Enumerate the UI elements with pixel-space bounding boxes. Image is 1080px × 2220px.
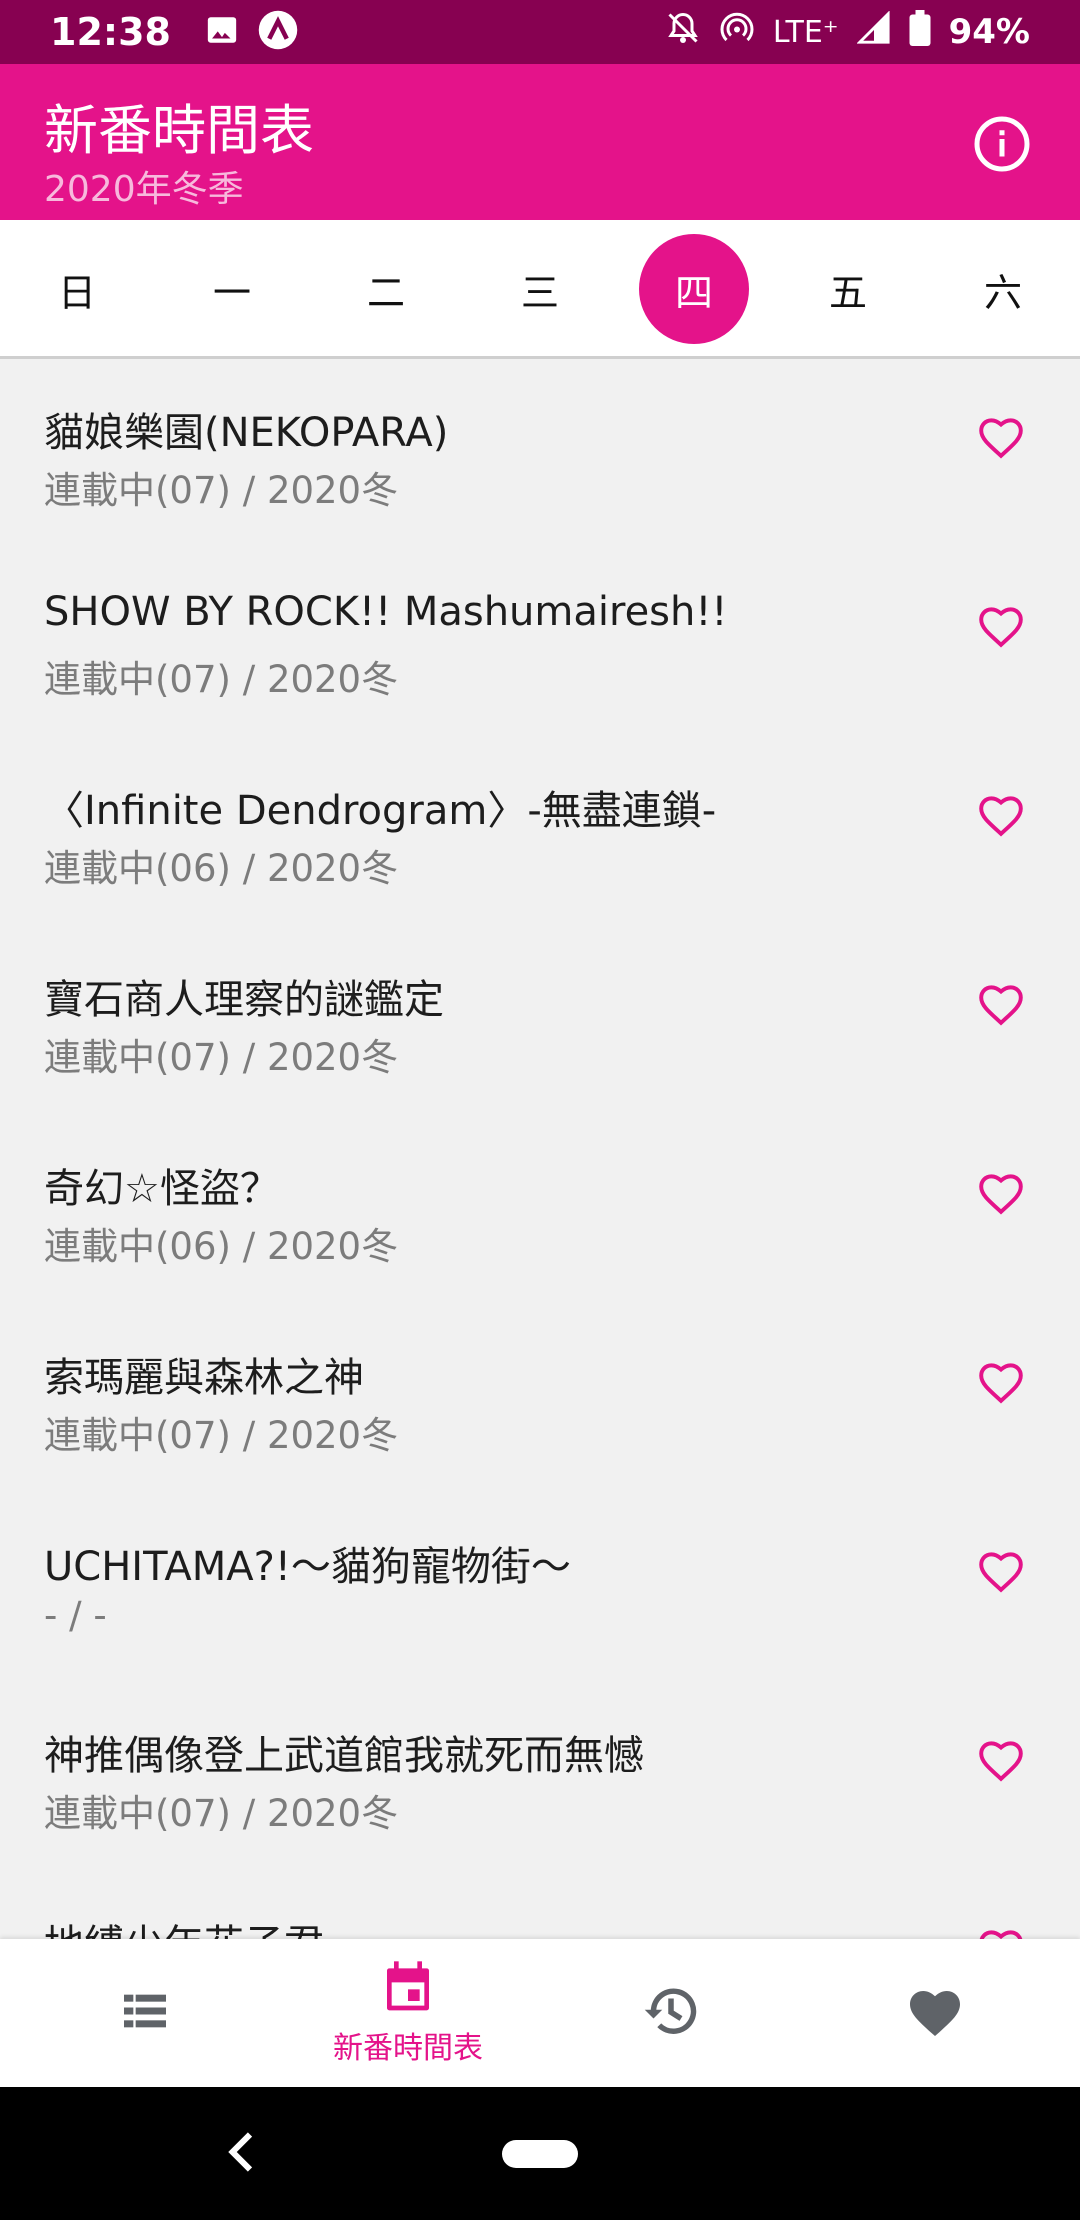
image-icon	[205, 13, 239, 51]
heart-icon[interactable]	[976, 1736, 1026, 1782]
heart-icon[interactable]	[976, 1547, 1026, 1593]
heart-icon[interactable]	[976, 1169, 1026, 1215]
heart-icon[interactable]	[976, 791, 1026, 837]
home-handle[interactable]	[502, 2140, 578, 2168]
history-icon	[641, 1981, 701, 2045]
tab-day-mon[interactable]: 一	[177, 234, 287, 344]
signal-icon	[856, 9, 891, 54]
list-icon	[117, 1983, 173, 2043]
list-item[interactable]: SHOW BY ROCK!! Mashumairesh!! 連載中(07) / …	[0, 548, 1080, 737]
anime-status: 連載中(07) / 2020冬	[44, 1414, 399, 1457]
notifications-off-icon	[665, 10, 701, 55]
heart-icon[interactable]	[976, 1925, 1026, 1939]
list-item[interactable]: 索瑪麗與森林之神 連載中(07) / 2020冬	[0, 1304, 1080, 1493]
anime-title: 奇幻☆怪盜？	[44, 1166, 280, 1212]
calendar-icon	[380, 1959, 436, 2019]
list-item[interactable]: 〈Infinite Dendrogram〉-無盡連鎖- 連載中(06) / 20…	[0, 737, 1080, 926]
page-title: 新番時間表	[44, 99, 314, 162]
anime-title: 寶石商人理察的謎鑑定	[44, 977, 444, 1023]
favorite-icon	[905, 1983, 965, 2043]
app-bar: 新番時間表 2020年冬季	[0, 64, 1080, 220]
status-time: 12:38	[50, 10, 171, 54]
anime-title: 地縛少年花子君	[44, 1912, 324, 1939]
tab-day-fri[interactable]: 五	[793, 234, 903, 344]
anime-title: 貓娘樂園(NEKOPARA)	[44, 410, 449, 456]
season-subtitle: 2020年冬季	[44, 169, 244, 210]
heart-icon[interactable]	[976, 980, 1026, 1026]
anime-title: UCHITAMA?!〜貓狗寵物街〜	[44, 1544, 571, 1590]
list-item[interactable]: 奇幻☆怪盜？ 連載中(06) / 2020冬	[0, 1115, 1080, 1304]
list-item[interactable]: 神推偶像登上武道館我就死而無憾 連載中(07) / 2020冬	[0, 1682, 1080, 1871]
nav-label: 新番時間表	[333, 2031, 483, 2066]
battery-icon	[909, 9, 931, 55]
network-type: LTE⁺	[772, 14, 839, 50]
anime-title: 索瑪麗與森林之神	[44, 1355, 364, 1401]
heart-icon[interactable]	[976, 602, 1026, 648]
nav-schedule[interactable]: 新番時間表	[273, 1939, 543, 2087]
tab-day-sun[interactable]: 日	[22, 234, 132, 344]
heart-icon[interactable]	[976, 413, 1026, 459]
list-item[interactable]: UCHITAMA?!〜貓狗寵物街〜 - / -	[0, 1493, 1080, 1682]
anime-status: - / -	[44, 1594, 107, 1637]
app-a-icon	[257, 9, 299, 55]
system-nav-bar	[0, 2087, 1080, 2220]
anime-status: 連載中(06) / 2020冬	[44, 847, 399, 890]
hotspot-icon	[719, 10, 755, 55]
list-item[interactable]: 寶石商人理察的謎鑑定 連載中(07) / 2020冬	[0, 926, 1080, 1115]
anime-status: 連載中(06) / 2020冬	[44, 1225, 399, 1268]
back-icon[interactable]	[222, 2127, 258, 2177]
bottom-navigation: 新番時間表	[0, 1939, 1080, 2087]
anime-title: 〈Infinite Dendrogram〉-無盡連鎖-	[44, 788, 717, 834]
tab-day-wed[interactable]: 三	[485, 234, 595, 344]
nav-history[interactable]	[536, 1939, 806, 2087]
tab-day-thu[interactable]: 四	[639, 234, 749, 344]
anime-list: 貓娘樂園(NEKOPARA) 連載中(07) / 2020冬 SHOW BY R…	[0, 359, 1080, 1939]
anime-status: 連載中(07) / 2020冬	[44, 469, 399, 512]
anime-status: 連載中(07) / 2020冬	[44, 658, 399, 701]
heart-icon[interactable]	[976, 1358, 1026, 1404]
anime-status: 連載中(07) / 2020冬	[44, 1792, 399, 1835]
status-bar: 12:38 LTE⁺ 94%	[0, 0, 1080, 64]
nav-favorites[interactable]	[800, 1939, 1070, 2087]
list-item[interactable]: 貓娘樂園(NEKOPARA) 連載中(07) / 2020冬	[0, 359, 1080, 548]
nav-list[interactable]	[10, 1939, 280, 2087]
anime-title: 神推偶像登上武道館我就死而無憾	[44, 1733, 644, 1779]
info-icon[interactable]	[972, 114, 1032, 174]
weekday-tabs: 日 一 二 三 四 五 六	[0, 220, 1080, 359]
anime-title: SHOW BY ROCK!! Mashumairesh!!	[44, 589, 728, 635]
battery-percent: 94%	[948, 12, 1030, 52]
tab-day-sat[interactable]: 六	[948, 234, 1058, 344]
list-item[interactable]: 地縛少年花子君	[0, 1871, 1080, 1939]
anime-status: 連載中(07) / 2020冬	[44, 1036, 399, 1079]
tab-day-tue[interactable]: 二	[331, 234, 441, 344]
